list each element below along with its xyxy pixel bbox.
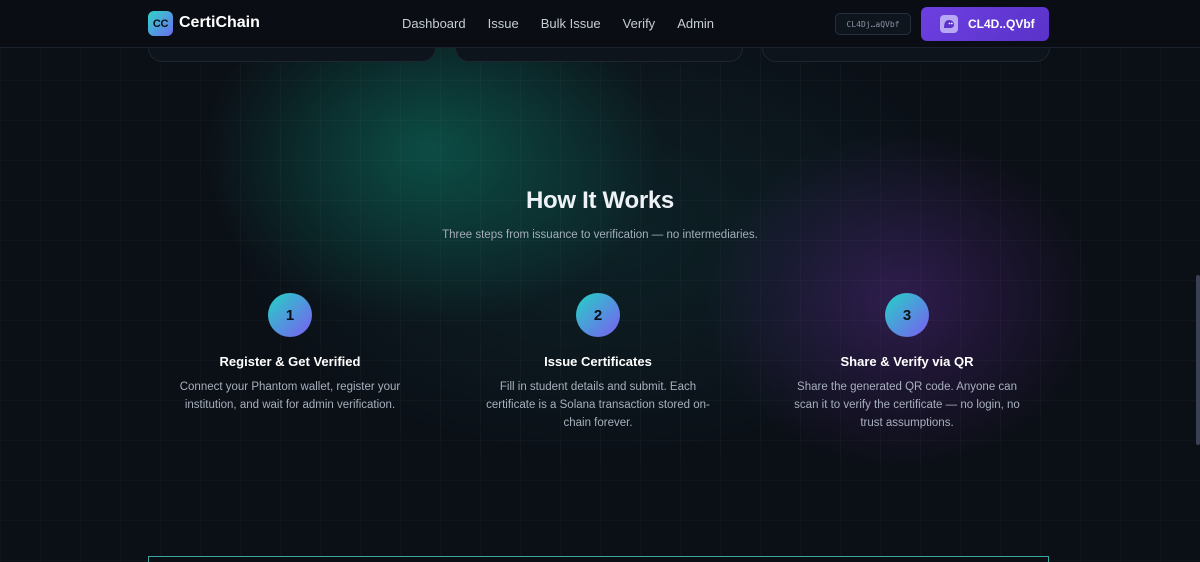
grid-background: [0, 0, 1200, 562]
nav-link-issue[interactable]: Issue: [488, 16, 519, 31]
logo-icon[interactable]: CC: [148, 11, 173, 36]
logo-text: CC: [152, 17, 169, 30]
wallet-button[interactable]: CL4D..QVbf: [921, 7, 1049, 41]
step-description: Fill in student details and submit. Each…: [486, 381, 710, 429]
wallet-button-label: CL4D..QVbf: [968, 17, 1035, 31]
step-number-badge: 1: [268, 293, 312, 337]
page: CC CertiChain Dashboard Issue Bulk Issue…: [0, 0, 1200, 562]
section-title: How It Works: [526, 187, 674, 214]
next-section-box: [148, 556, 1049, 562]
nav-link-verify[interactable]: Verify: [623, 16, 656, 31]
nav-link-dashboard[interactable]: Dashboard: [402, 16, 466, 31]
step-card: 1 Register & Get Verified Connect your P…: [160, 293, 420, 414]
nav-link-admin[interactable]: Admin: [677, 16, 714, 31]
step-number-badge: 3: [885, 293, 929, 337]
navbar: CC CertiChain Dashboard Issue Bulk Issue…: [0, 0, 1200, 48]
scrollbar[interactable]: [1196, 275, 1200, 445]
nav-links: Dashboard Issue Bulk Issue Verify Admin: [402, 16, 736, 31]
nav-link-bulk-issue[interactable]: Bulk Issue: [541, 16, 601, 31]
step-card: 2 Issue Certificates Fill in student det…: [468, 293, 728, 432]
step-title: Register & Get Verified: [219, 354, 361, 369]
step-title: Issue Certificates: [544, 354, 652, 369]
step-number-badge: 2: [576, 293, 620, 337]
phantom-ghost-icon: [940, 15, 958, 33]
brand-name[interactable]: CertiChain: [179, 14, 260, 32]
step-card: 3 Share & Verify via QR Share the genera…: [777, 293, 1037, 432]
step-description: Connect your Phantom wallet, register yo…: [179, 381, 401, 411]
wallet-address-chip[interactable]: CL4Dj…aQVbf: [835, 13, 911, 35]
step-title: Share & Verify via QR: [840, 354, 974, 369]
step-description: Share the generated QR code. Anyone can …: [794, 381, 1020, 429]
section-subtitle: Three steps from issuance to verificatio…: [442, 229, 758, 241]
